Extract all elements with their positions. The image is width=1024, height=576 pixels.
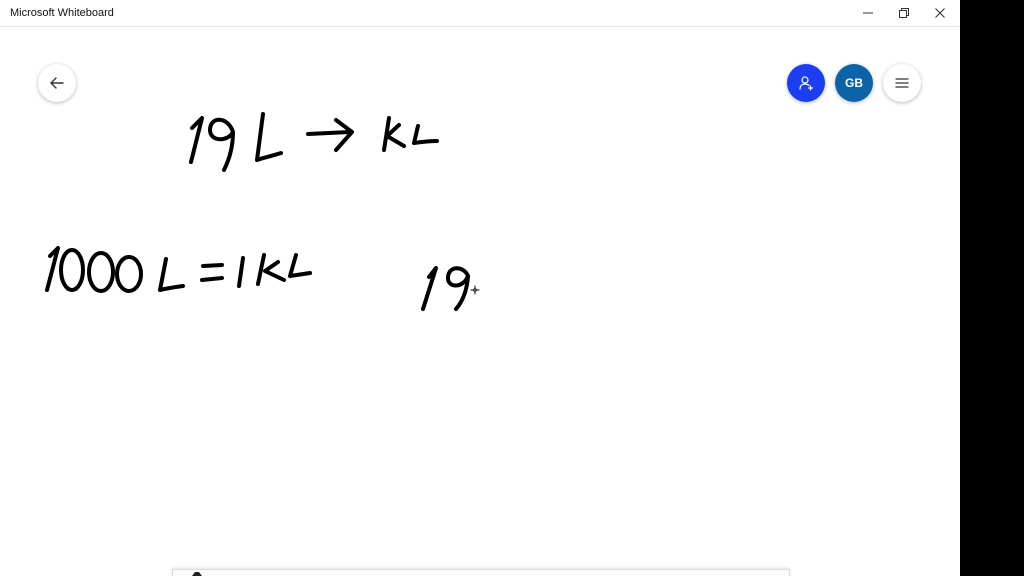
whiteboard-canvas[interactable]: GB bbox=[0, 27, 960, 576]
close-icon bbox=[935, 8, 945, 18]
ink-line-1000L-eq-1kL bbox=[45, 246, 312, 293]
whiteboard-window: Microsoft Whiteboard GB bbox=[0, 0, 960, 576]
settings-menu-button[interactable] bbox=[883, 64, 921, 102]
add-person-icon bbox=[799, 76, 814, 91]
restore-icon bbox=[899, 8, 909, 18]
inking-toolbar[interactable] bbox=[172, 569, 790, 576]
avatar-initials: GB bbox=[845, 76, 863, 90]
hamburger-menu-icon bbox=[895, 78, 909, 88]
pen-tool-icon[interactable] bbox=[185, 571, 211, 576]
minimize-button[interactable] bbox=[850, 0, 886, 26]
back-button[interactable] bbox=[38, 64, 76, 102]
invite-button[interactable] bbox=[787, 64, 825, 102]
user-avatar-button[interactable]: GB bbox=[835, 64, 873, 102]
window-title: Microsoft Whiteboard bbox=[10, 7, 114, 19]
title-bar: Microsoft Whiteboard bbox=[0, 0, 960, 27]
ink-line-19L-to-kL bbox=[189, 112, 439, 172]
restore-button[interactable] bbox=[886, 0, 922, 26]
ink-line-19 bbox=[421, 266, 470, 311]
pen-cursor-icon bbox=[470, 285, 480, 295]
minimize-icon bbox=[863, 12, 873, 14]
close-button[interactable] bbox=[922, 0, 958, 26]
handwriting-ink bbox=[45, 112, 480, 311]
arrow-left-icon bbox=[50, 77, 64, 89]
